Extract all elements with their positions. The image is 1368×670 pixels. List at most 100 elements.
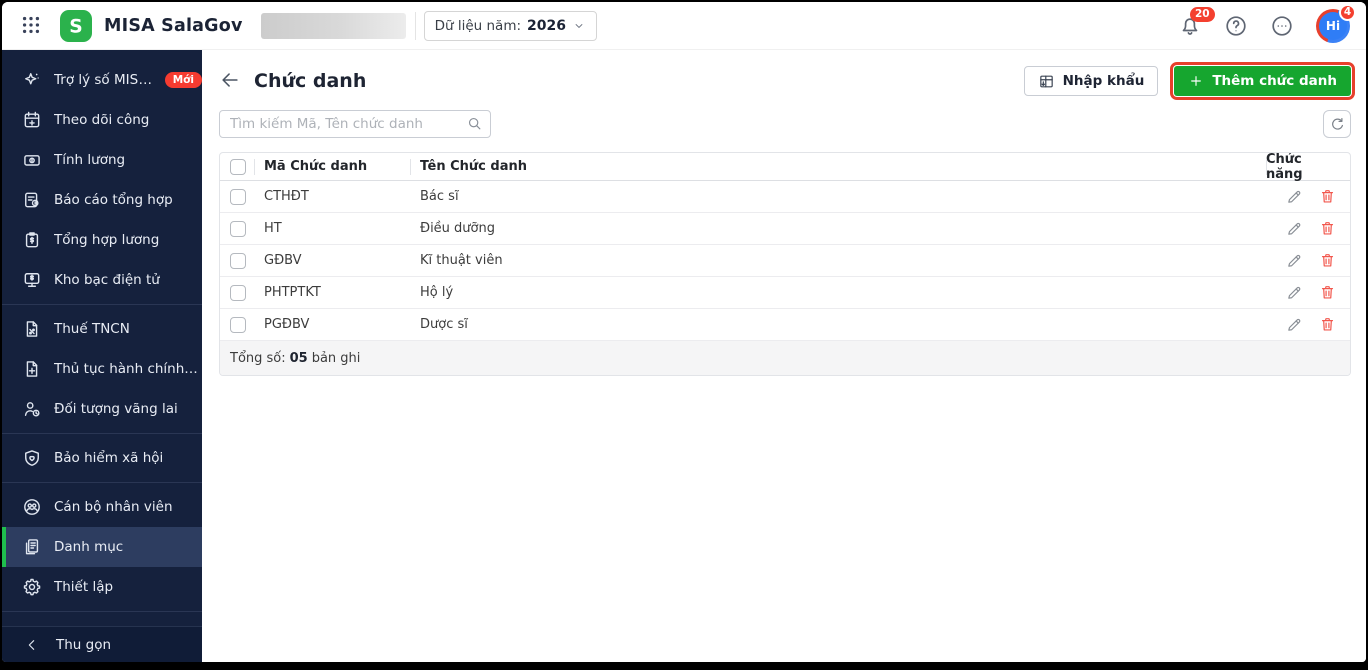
record-count: 05 xyxy=(289,350,308,366)
avatar-count-badge: 4 xyxy=(1339,3,1356,21)
year-selector-label: Dữ liệu năm: xyxy=(434,17,522,34)
sidebar-divider xyxy=(2,433,202,434)
notification-count-badge: 20 xyxy=(1190,6,1215,22)
sidebar-item-staff[interactable]: Cán bộ nhân viên xyxy=(2,487,202,527)
user-avatar[interactable]: Hi 4 xyxy=(1316,3,1356,43)
table-header-row: Mã Chức danh Tên Chức danh Chức năng xyxy=(220,153,1350,182)
svg-text:S: S xyxy=(69,16,82,37)
app-grid-icon[interactable] xyxy=(20,14,44,38)
job-code: HT xyxy=(264,221,282,236)
column-header-code: Mã Chức danh xyxy=(254,153,410,180)
refresh-icon xyxy=(1329,116,1346,133)
row-checkbox[interactable] xyxy=(230,188,246,205)
delete-trash-icon[interactable] xyxy=(1319,188,1336,205)
sidebar-divider xyxy=(2,482,202,483)
job-code: PGĐBV xyxy=(264,317,310,332)
sidebar-item-label: Theo dõi công xyxy=(54,112,150,128)
import-icon xyxy=(1038,73,1055,90)
edit-pencil-icon[interactable] xyxy=(1286,220,1303,237)
sidebar-item-nonresident[interactable]: Đối tượng vãng lai xyxy=(2,389,202,429)
sidebar-divider xyxy=(2,611,202,612)
edit-pencil-icon[interactable] xyxy=(1286,316,1303,333)
sidebar-item-label: Cán bộ nhân viên xyxy=(54,499,173,515)
row-checkbox[interactable] xyxy=(230,220,246,237)
back-arrow-icon[interactable] xyxy=(219,69,243,93)
people-icon xyxy=(22,497,42,517)
page-title: Chức danh xyxy=(254,70,367,92)
sidebar-item-label: Đối tượng vãng lai xyxy=(54,401,178,417)
add-job-title-button[interactable]: Thêm chức danh xyxy=(1170,62,1355,100)
sidebar-item-pit[interactable]: Thuế TNCN xyxy=(2,309,202,349)
shield-icon xyxy=(22,448,42,468)
notification-bell-icon[interactable]: 20 xyxy=(1178,6,1215,38)
job-name: Dược sĩ xyxy=(420,317,468,332)
sidebar-item-salary-summary[interactable]: Tổng hợp lương xyxy=(2,220,202,260)
delete-trash-icon[interactable] xyxy=(1319,252,1336,269)
sidebar-item-label: Báo cáo tổng hợp xyxy=(54,192,173,208)
row-checkbox[interactable] xyxy=(230,316,246,333)
chevron-left-icon xyxy=(24,637,40,653)
search-input[interactable] xyxy=(219,110,491,138)
sidebar-item-summary-report[interactable]: Báo cáo tổng hợp xyxy=(2,180,202,220)
table-row: HT Điều dưỡng xyxy=(220,213,1350,245)
job-name: Điều dưỡng xyxy=(420,221,495,236)
help-icon[interactable] xyxy=(1224,14,1248,38)
collapse-sidebar-button[interactable]: Thu gọn xyxy=(2,626,202,662)
sidebar-item-e-treasury[interactable]: Kho bạc điện tử xyxy=(2,260,202,300)
sidebar-item-label: Bảo hiểm xã hội xyxy=(54,450,164,466)
edit-pencil-icon[interactable] xyxy=(1286,188,1303,205)
delete-trash-icon[interactable] xyxy=(1319,284,1336,301)
sidebar-item-label: Tính lương xyxy=(54,152,126,168)
redacted-text-block xyxy=(260,12,406,39)
person-clock-icon xyxy=(22,399,42,419)
doc-plus-icon xyxy=(22,359,42,379)
job-code: CTHĐT xyxy=(264,189,309,204)
delete-trash-icon[interactable] xyxy=(1319,316,1336,333)
app-title: MISA SalaGov xyxy=(104,15,243,36)
select-all-checkbox[interactable] xyxy=(230,158,246,175)
new-badge: Mới xyxy=(164,72,202,88)
edit-pencil-icon[interactable] xyxy=(1286,252,1303,269)
tax-doc-icon xyxy=(22,319,42,339)
treasury-icon xyxy=(22,270,42,290)
sidebar-item-label: Trợ lý số MISA AVA xyxy=(54,72,153,88)
table-row: PGĐBV Dược sĩ xyxy=(220,309,1350,341)
job-titles-table: Mã Chức danh Tên Chức danh Chức năng CTH… xyxy=(219,152,1351,376)
sidebar-item-label: Thiết lập xyxy=(54,579,114,595)
cash-icon xyxy=(22,150,42,170)
row-checkbox[interactable] xyxy=(230,252,246,269)
sidebar-item-label: Thuế TNCN xyxy=(54,321,130,337)
import-button[interactable]: Nhập khẩu xyxy=(1023,66,1159,96)
table-row: GĐBV Kĩ thuật viên xyxy=(220,245,1350,277)
table-row: PHTPTKT Hộ lý xyxy=(220,277,1350,309)
year-selector-dropdown[interactable]: Dữ liệu năm: 2026 xyxy=(423,10,597,41)
chevron-down-icon xyxy=(572,19,586,33)
sidebar-item-assistant[interactable]: Trợ lý số MISA AVA Mới xyxy=(2,60,202,100)
sidebar-item-tax-procedures[interactable]: Thủ tục hành chính thuế xyxy=(2,349,202,389)
sidebar-item-attendance[interactable]: Theo dõi công xyxy=(2,100,202,140)
sidebar-item-social-insurance[interactable]: Bảo hiểm xã hội xyxy=(2,438,202,478)
table-footer: Tổng số: 05 bản ghi xyxy=(220,341,1350,375)
clipboard-icon xyxy=(22,230,42,250)
sidebar-item-label: Thủ tục hành chính thuế xyxy=(54,361,202,377)
table-row: CTHĐT Bác sĩ xyxy=(220,181,1350,213)
more-options-icon[interactable] xyxy=(1270,14,1294,38)
job-code: GĐBV xyxy=(264,253,302,268)
search-icon[interactable] xyxy=(466,115,483,132)
sidebar-item-label: Kho bạc điện tử xyxy=(54,272,160,288)
catalog-icon xyxy=(22,537,42,557)
main-content: Chức danh Nhập khẩu Thêm chức danh Tìm k… xyxy=(202,50,1366,662)
delete-trash-icon[interactable] xyxy=(1319,220,1336,237)
refresh-button[interactable] xyxy=(1323,110,1351,138)
edit-pencil-icon[interactable] xyxy=(1286,284,1303,301)
year-selector-value: 2026 xyxy=(527,17,566,34)
job-name: Hộ lý xyxy=(420,285,454,300)
job-name: Kĩ thuật viên xyxy=(420,253,503,268)
misa-logo-icon: S xyxy=(60,9,92,42)
sidebar-item-payroll[interactable]: Tính lương xyxy=(2,140,202,180)
sidebar-item-catalog[interactable]: Danh mục xyxy=(2,527,202,567)
row-checkbox[interactable] xyxy=(230,284,246,301)
sidebar-item-settings[interactable]: Thiết lập xyxy=(2,567,202,607)
header-divider xyxy=(414,11,416,40)
job-name: Bác sĩ xyxy=(420,189,459,204)
